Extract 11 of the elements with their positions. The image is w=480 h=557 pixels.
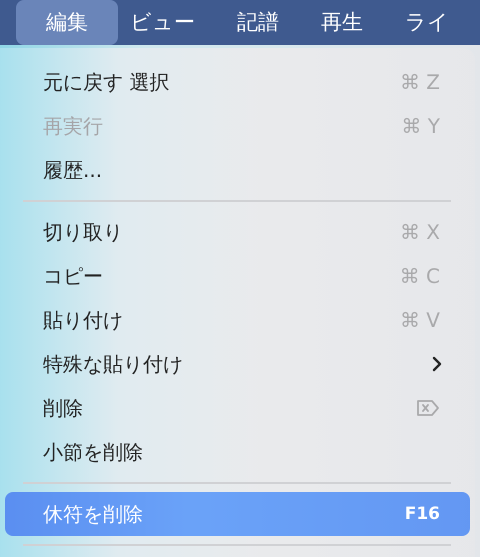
menu-item[interactable]: 特殊な貼り付け xyxy=(5,342,470,386)
menu-item[interactable]: 履歴... xyxy=(5,148,470,192)
menu-item[interactable]: 切り取り ⌘ X xyxy=(5,210,470,254)
delete-key-icon xyxy=(416,399,440,417)
chevron-right-icon xyxy=(432,356,442,372)
menu-item[interactable]: 貼り付け ⌘ V xyxy=(5,298,470,342)
menu-item[interactable]: 元に戻す 選択 ⌘ Z xyxy=(5,60,470,104)
menu-item[interactable]: 削除 xyxy=(5,386,470,430)
menu-item[interactable]: コピー ⌘ C xyxy=(5,254,470,298)
menu-item[interactable]: 小節を削除 xyxy=(5,430,470,474)
menu-bar-item[interactable]: 編集 xyxy=(16,0,118,45)
